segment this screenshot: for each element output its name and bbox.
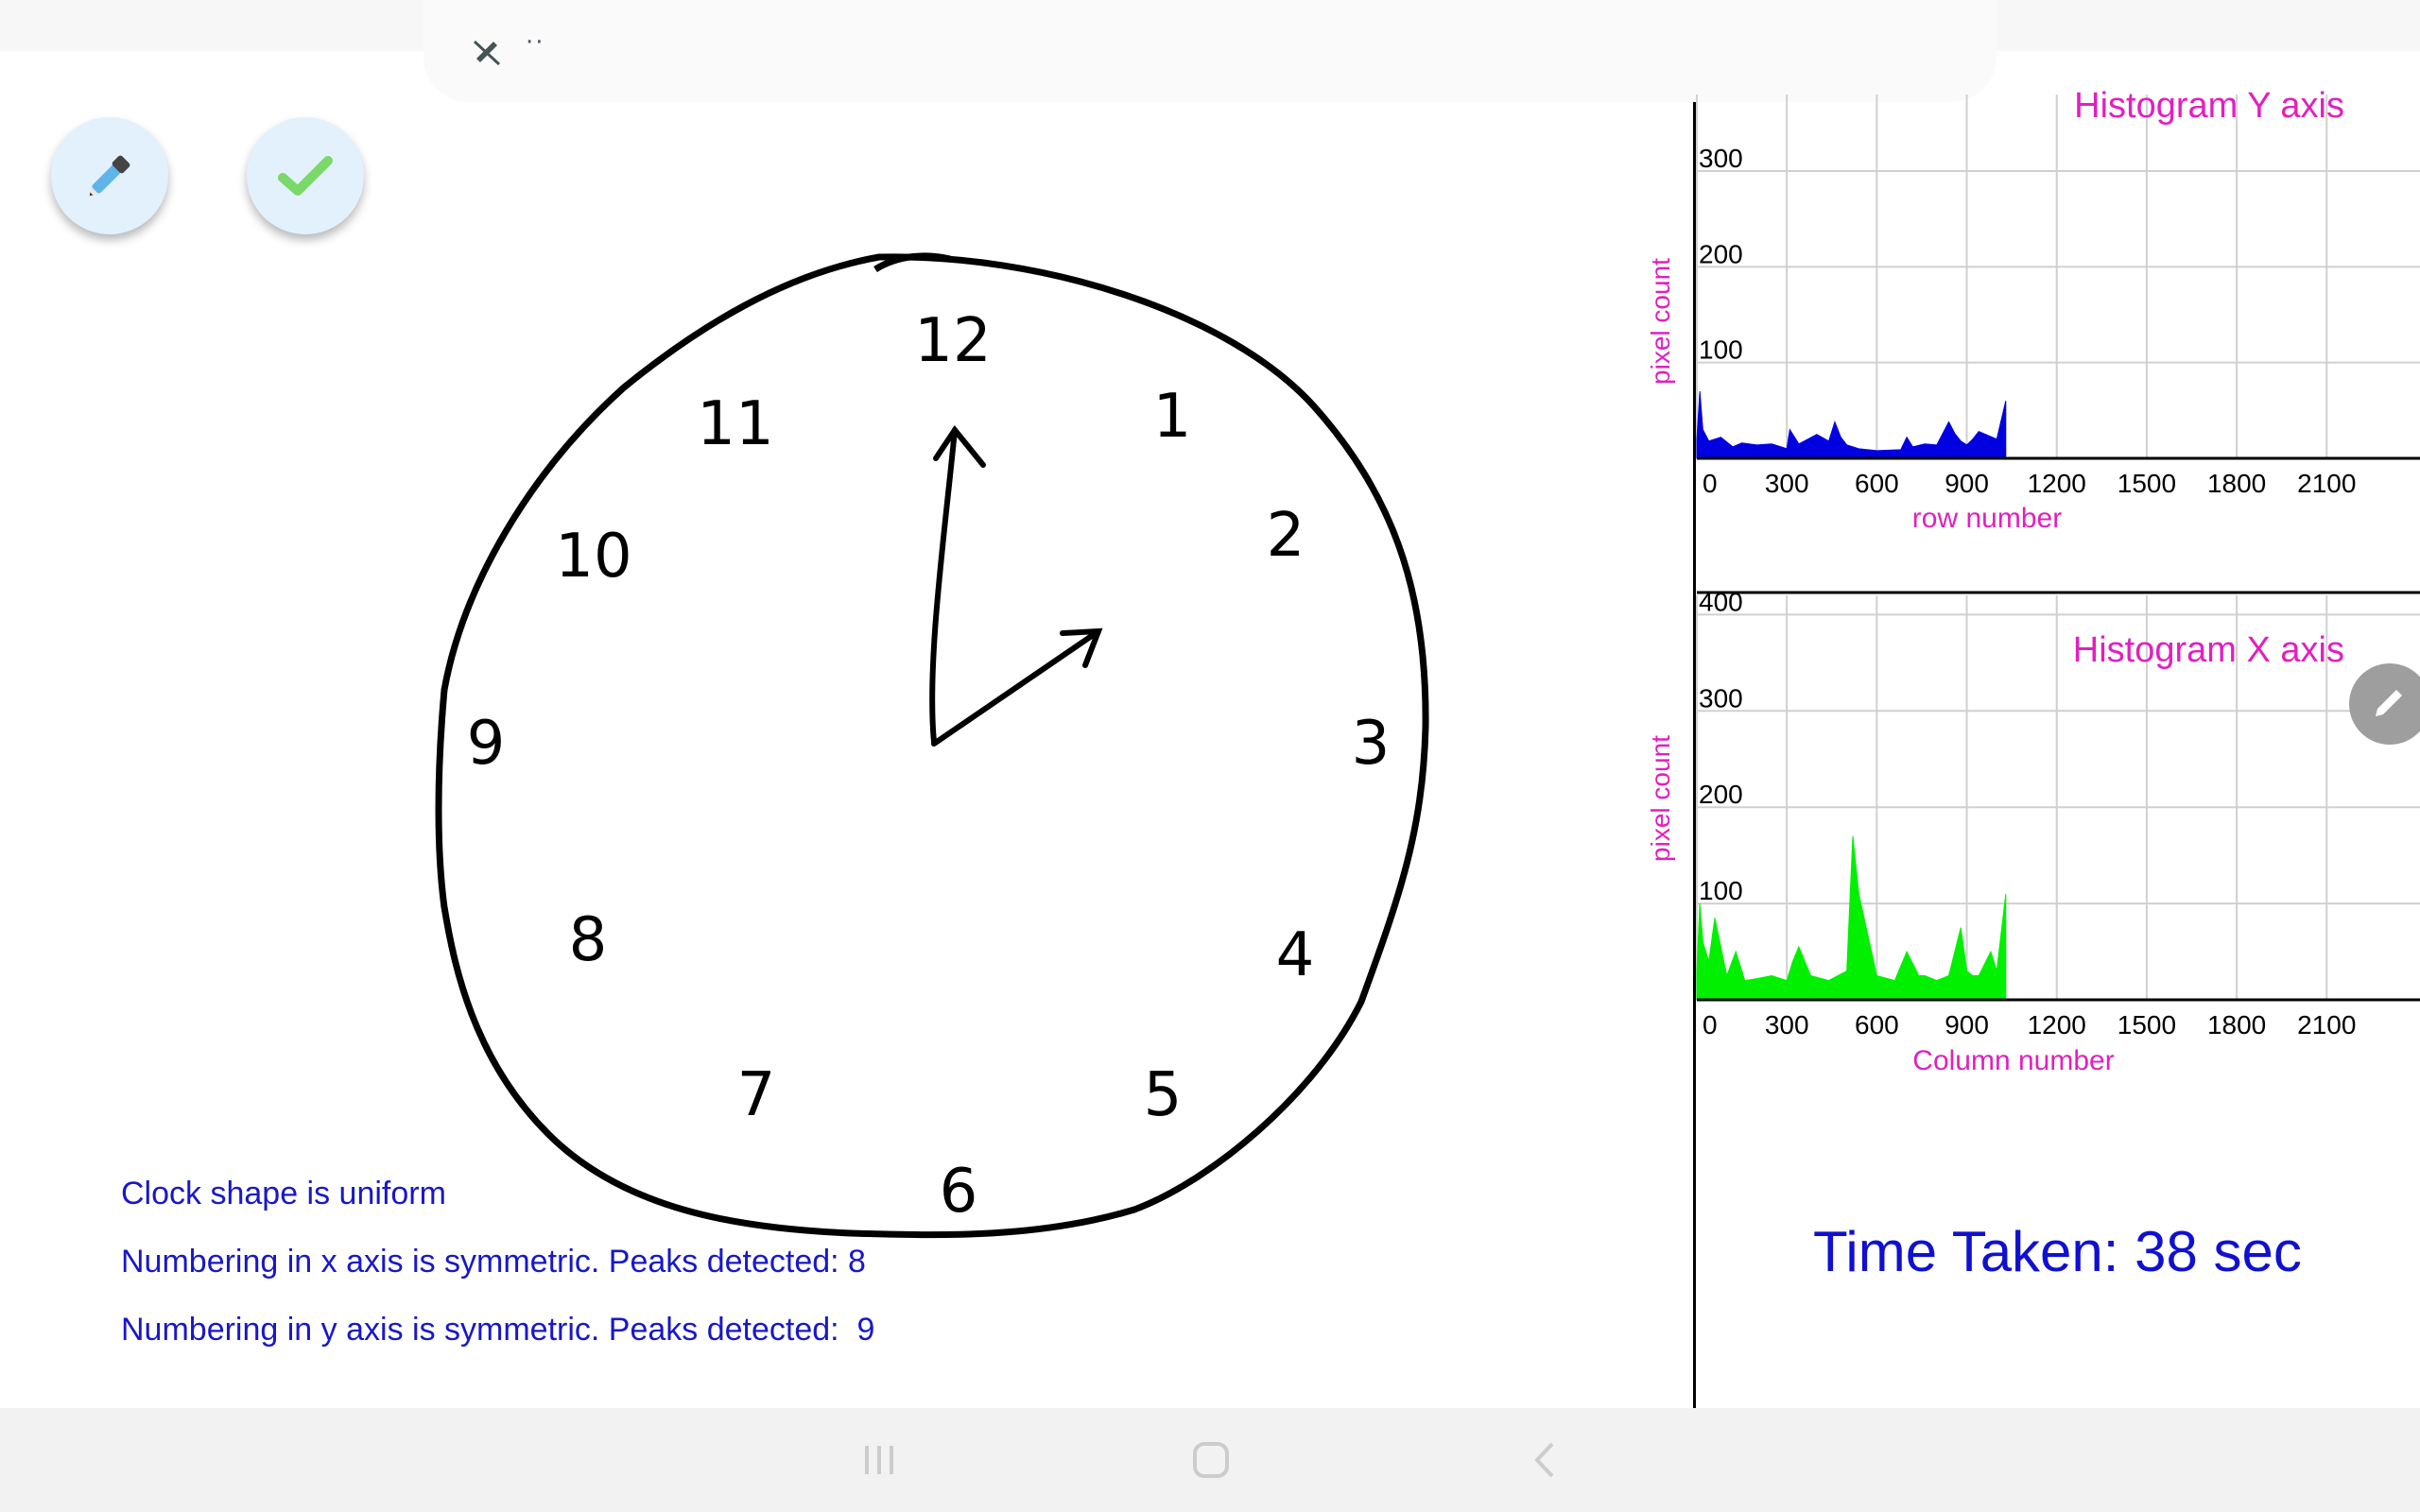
hist-x-tick-x: 1200 (2028, 1010, 2086, 1040)
system-nav-bar (0, 1408, 2420, 1512)
clock-shape-message: Clock shape is uniform (121, 1176, 446, 1211)
y-axis-symmetry-message: Numbering in y axis is symmetric. Peaks … (121, 1312, 875, 1348)
hist-x-tick-x: 300 (1765, 1010, 1809, 1040)
home-icon[interactable] (1187, 1436, 1235, 1484)
hist-x-tick-x: 2100 (2297, 1010, 2356, 1040)
clock-number-3: 3 (1352, 709, 1391, 779)
hist-y-tick-y: 100 (1699, 335, 1743, 365)
hist-x-tick-y: 100 (1699, 876, 1743, 905)
hist-x-tick-x: 900 (1945, 1010, 1989, 1040)
hist-x-tick-y: 400 (1699, 587, 1743, 616)
clock-number-11: 11 (697, 389, 773, 459)
clock-number-6: 6 (940, 1157, 978, 1227)
edit-button[interactable] (2349, 663, 2420, 745)
hist-y-tick-x: 300 (1765, 469, 1809, 498)
hist-y-tick-x: 1500 (2118, 469, 2176, 498)
hist-y-title: Histogram Y axis (2074, 86, 2344, 126)
hist-y-tick-x: 1200 (2028, 469, 2086, 498)
clock-number-4: 4 (1276, 920, 1315, 990)
panel-divider (1693, 102, 1696, 1408)
hist-y-tick-y: 200 (1699, 239, 1743, 268)
hist-x-tick-x: 1500 (2118, 1010, 2176, 1040)
hist-x-tick-y: 300 (1699, 683, 1743, 713)
back-icon[interactable] (1522, 1436, 1569, 1484)
clock-number-8: 8 (569, 905, 608, 975)
hist-y-tick-x: 2100 (2297, 469, 2356, 498)
hist-y-tick-x: 600 (1855, 469, 1899, 498)
hist-y-tick-y: 300 (1699, 144, 1743, 173)
clock-number-1: 1 (1153, 382, 1192, 452)
clock-number-10: 10 (555, 522, 631, 592)
hist-x-title: Histogram X axis (2073, 630, 2344, 670)
hist-y-tick-x: 900 (1945, 469, 1989, 498)
clock-number-2: 2 (1267, 501, 1305, 571)
hist-x-tick-x: 1800 (2207, 1010, 2266, 1040)
hist-x-tick-x: 0 (1703, 1010, 1718, 1040)
clock-number-12: 12 (914, 306, 991, 376)
hist-y-tick-x: 0 (1703, 469, 1718, 498)
hist-y-xlabel: row number (1912, 503, 2062, 534)
minute-hand (931, 627, 1103, 747)
clock-number-7: 7 (737, 1060, 776, 1130)
clock-number-5: 5 (1144, 1060, 1183, 1130)
x-axis-symmetry-message: Numbering in x axis is symmetric. Peaks … (121, 1244, 866, 1280)
hist-x-tick-x: 600 (1855, 1010, 1899, 1040)
hist-x-xlabel: Column number (1912, 1045, 2114, 1076)
recent-apps-icon[interactable] (856, 1436, 903, 1484)
edit-icon (2376, 690, 2402, 716)
hist-x-tick-y: 0 (1699, 972, 1714, 1002)
hist-y-area (1696, 391, 2007, 459)
time-taken: Time Taken: 38 sec (1813, 1220, 2302, 1283)
hist-x-tick-y: 200 (1699, 780, 1743, 809)
hour-hand (929, 424, 986, 745)
clock-number-9: 9 (467, 709, 506, 779)
hist-y-tick-x: 1800 (2207, 469, 2266, 498)
hist-x-area (1696, 835, 2007, 1001)
